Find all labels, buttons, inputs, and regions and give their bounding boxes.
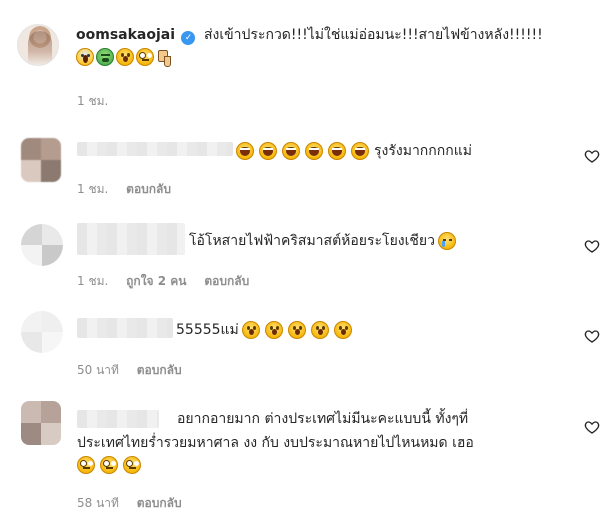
post-meta: 1 ชม. [77,93,122,109]
comment-time: 58 นาที [77,496,119,510]
hushed-emoji-icon [116,48,134,66]
reply-button[interactable]: ตอบกลับ [126,182,171,196]
comment-text: โอ้โหสายไฟฟ้าคริสมาสต์ห้อยระโยงเชียว [189,231,461,251]
comment-username-blurred[interactable] [77,223,185,255]
laugh-emoji-icon [328,142,346,160]
comment-meta: 1 ชม. ถูกใจ 2 คน ตอบกลับ [77,273,263,289]
comment-time: 1 ชม. [77,182,109,196]
laugh-emoji-icon [282,142,300,160]
comment-time: 1 ชม. [77,274,109,288]
like-heart-icon[interactable] [584,328,600,344]
comment-text-content: รุงรังมากกกกแม่ [374,143,472,159]
eye-roll-emoji-icon [100,456,118,474]
like-heart-icon[interactable] [584,419,600,435]
comment-avatar[interactable] [21,138,61,182]
laugh-emoji-icon [236,142,254,160]
scream-emoji-icon [76,48,94,66]
sick-emoji-icon [96,48,114,66]
post-author-avatar[interactable] [17,24,59,66]
hushed-emoji-icon [287,321,306,339]
hushed-emoji-icon [264,321,283,339]
comment-text: รุงรังมากกกกแม่ [236,141,472,161]
comment-avatar[interactable] [21,224,63,266]
comment-username-blurred[interactable] [77,318,173,338]
eye-roll-emoji-icon [77,456,95,474]
eye-roll-emoji-icon [123,456,141,474]
comment-text-content: โอ้โหสายไฟฟ้าคริสมาสต์ห้อยระโยงเชียว [189,233,435,249]
comment-like-count[interactable]: ถูกใจ 2 คน [126,274,186,288]
reply-button[interactable]: ตอบกลับ [137,363,182,377]
laugh-emoji-icon [259,142,277,160]
thumbs-down-emoji-icon [156,48,174,67]
comment-username-blurred[interactable] [77,410,159,428]
comment-emojis [77,455,146,475]
hushed-emoji-icon [241,321,260,339]
reply-button[interactable]: ตอบกลับ [204,274,249,288]
comment-text-line1: อยากอายมาก ต่างประเทศไม่มีนะคะแบบนี้ ทั้… [177,411,469,427]
comment-username-blurred[interactable] [77,142,233,156]
reply-button[interactable]: ตอบกลับ [137,496,182,510]
comment-meta: 1 ชม. ตอบกลับ [77,181,185,197]
comment-avatar[interactable] [21,311,63,353]
hushed-emoji-icon [310,321,329,339]
verified-badge-icon: ✓ [181,31,196,45]
like-heart-icon[interactable] [584,148,600,164]
comment-text-content: 55555แม่ [176,322,239,338]
comment-time: 50 นาที [77,363,119,377]
post-caption: oomsakaojai ✓ ส่งเข้าประกวด!!!ไม่ใช่แม่อ… [76,26,596,45]
post-caption-emojis [76,48,174,70]
laugh-emoji-icon [351,142,369,160]
comment-meta: 58 นาที ตอบกลับ [77,495,196,511]
comment-text: 55555แม่ [176,320,357,340]
comment-avatar[interactable] [21,401,61,445]
post-caption-text: ส่งเข้าประกวด!!!ไม่ใช่แม่อ่อมนะ!!!สายไฟข… [203,27,543,43]
like-heart-icon[interactable] [584,238,600,254]
post-time: 1 ชม. [77,94,109,108]
comment-text-line2: ประเทศไทยร่ำรวยมหาศาล งง กับ งบประมาณหาย… [77,435,474,451]
hushed-emoji-icon [333,321,352,339]
laugh-emoji-icon [305,142,323,160]
eye-roll-emoji-icon [136,48,154,66]
comment-meta: 50 นาที ตอบกลับ [77,362,196,378]
post-author-username[interactable]: oomsakaojai [76,27,175,43]
cry-emoji-icon [437,232,456,250]
